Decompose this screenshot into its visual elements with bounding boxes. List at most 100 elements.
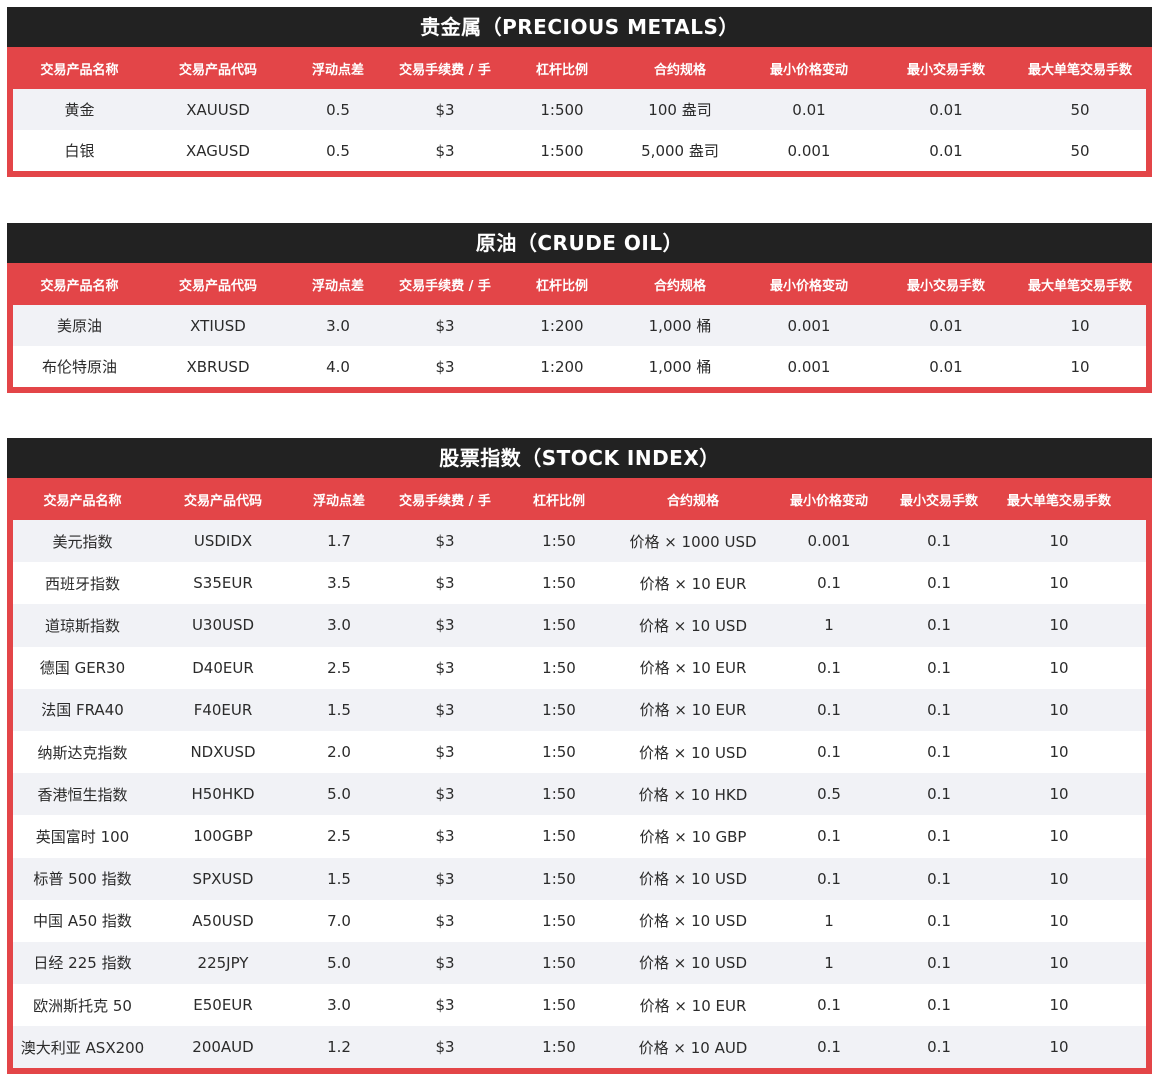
cell-contract-size: 价格 × 10 EUR: [639, 996, 747, 1015]
header-row: 交易产品名称 交易产品代码 浮动点差 交易手续费 / 手 杠杆比例 合约规格 最…: [13, 263, 1146, 305]
header-floating-spread: 浮动点差: [311, 278, 364, 294]
table-frame: 交易产品名称 交易产品代码 浮动点差 交易手续费 / 手 杠杆比例 合约规格 最…: [7, 478, 1152, 1074]
cell-product-code: XTIUSD: [190, 316, 246, 335]
cell-commission: $3: [435, 996, 455, 1015]
cell-product-code: U30USD: [191, 616, 255, 635]
cell-product-code: XBRUSD: [186, 357, 250, 376]
table-row: 香港恒生指数 H50HKD 5.0 $3 1:50 价格 × 10 HKD 0.5 0.1 10: [13, 773, 1146, 816]
cell-product-code: XAGUSD: [186, 141, 250, 160]
header-product-name: 交易产品名称: [40, 62, 119, 78]
cell-leverage: 1:50: [542, 953, 576, 972]
table-body: 黄金 XAUUSD 0.5 $3 1:500 100 盎司 0.01 0.01 50 白银 XAGU…: [13, 89, 1146, 171]
cell-min-lots: 0.1: [927, 785, 951, 804]
cell-max-lots: 10: [1049, 827, 1069, 846]
header-max-lots: 最大单笔交易手数: [1027, 62, 1132, 78]
cell-min-lots: 0.1: [927, 574, 951, 593]
cell-min-lots: 0.1: [927, 1038, 951, 1057]
table-row: 布伦特原油 XBRUSD 4.0 $3 1:200 1,000 桶 0.001 0.01 10: [13, 346, 1146, 387]
header-commission: 交易手续费 / 手: [399, 493, 491, 509]
cell-leverage: 1:50: [542, 574, 576, 593]
cell-product-name: 纳斯达克指数: [37, 743, 128, 762]
cell-min-lots: 0.1: [927, 532, 951, 551]
cell-min-price-change: 0.1: [817, 1038, 841, 1057]
cell-min-lots: 0.1: [927, 616, 951, 635]
cell-leverage: 1:50: [542, 616, 576, 635]
cell-max-lots: 10: [1070, 316, 1090, 335]
header-commission: 交易手续费 / 手: [399, 278, 491, 294]
table-row: 澳大利亚 ASX200 200AUD 1.2 $3 1:50 价格 × 10 AUD 0.1…: [13, 1026, 1146, 1069]
header-leverage: 杠杆比例: [532, 493, 585, 509]
cell-max-lots: 10: [1049, 616, 1069, 635]
table-row: 黄金 XAUUSD 0.5 $3 1:500 100 盎司 0.01 0.01 50: [13, 89, 1146, 130]
header-commission: 交易手续费 / 手: [399, 62, 491, 78]
cell-product-code: 225JPY: [197, 953, 249, 972]
cell-leverage: 1:50: [542, 700, 576, 719]
cell-max-lots: 50: [1070, 141, 1090, 160]
cell-leverage: 1:50: [542, 743, 576, 762]
cell-min-lots: 0.01: [929, 100, 963, 119]
header-product-code: 交易产品代码: [178, 62, 257, 78]
cell-commission: $3: [435, 911, 455, 930]
cell-leverage: 1:50: [542, 785, 576, 804]
cell-product-code: NDXUSD: [190, 743, 256, 762]
cell-commission: $3: [435, 316, 455, 335]
cell-product-name: 黄金: [64, 101, 95, 119]
header-leverage: 杠杆比例: [535, 278, 588, 294]
cell-floating-spread: 3.0: [327, 616, 351, 635]
cell-product-name: 白银: [64, 142, 95, 160]
cell-min-price-change: 0.001: [807, 532, 851, 551]
header-floating-spread: 浮动点差: [311, 62, 364, 78]
cell-floating-spread: 5.0: [327, 785, 351, 804]
cell-min-lots: 0.1: [927, 869, 951, 888]
cell-min-price-change: 0.1: [817, 574, 841, 593]
cell-commission: $3: [435, 827, 455, 846]
cell-floating-spread: 3.0: [326, 316, 350, 335]
cell-product-name: 美原油: [56, 317, 102, 335]
cell-commission: $3: [435, 869, 455, 888]
cell-leverage: 1:50: [542, 827, 576, 846]
cell-floating-spread: 7.0: [327, 911, 351, 930]
cell-commission: $3: [435, 616, 455, 635]
cell-min-lots: 0.01: [929, 357, 963, 376]
cell-min-price-change: 0.001: [787, 357, 831, 376]
header-min-lots: 最小交易手数: [906, 62, 985, 78]
cell-contract-size: 价格 × 10 EUR: [639, 574, 747, 593]
cell-leverage: 1:200: [540, 316, 584, 335]
cell-min-lots: 0.01: [929, 316, 963, 335]
cell-contract-size: 1,000 桶: [648, 317, 712, 335]
table-body: 美元指数 USDIDX 1.7 $3 1:50 价格 × 1000 USD 0.001 0.1…: [13, 520, 1146, 1069]
cell-floating-spread: 5.0: [327, 953, 351, 972]
cell-product-name: 欧洲斯托克 50: [33, 996, 132, 1015]
cell-max-lots: 10: [1049, 996, 1069, 1015]
cell-max-lots: 10: [1049, 785, 1069, 804]
header-min-lots: 最小交易手数: [906, 278, 985, 294]
cell-product-name: 标普 500 指数: [33, 870, 132, 889]
cell-product-name: 德国 GER30: [39, 659, 126, 678]
table-row: 德国 GER30 D40EUR 2.5 $3 1:50 价格 × 10 EUR 0.1 0.1…: [13, 646, 1146, 689]
cell-leverage: 1:50: [542, 1038, 576, 1057]
precious-metals-title: 贵金属（PRECIOUS METALS）: [7, 7, 1152, 47]
header-row: 交易产品名称 交易产品代码 浮动点差 交易手续费 / 手 杠杆比例 合约规格 最…: [13, 478, 1146, 520]
cell-leverage: 1:50: [542, 911, 576, 930]
cell-min-price-change: 0.1: [817, 658, 841, 677]
cell-min-price-change: 0.1: [817, 700, 841, 719]
header-contract-size: 合约规格: [666, 493, 719, 509]
cell-max-lots: 10: [1049, 911, 1069, 930]
cell-min-price-change: 1: [824, 953, 834, 972]
cell-product-code: A50USD: [192, 911, 254, 930]
cell-product-name: 布伦特原油: [41, 358, 117, 376]
cell-floating-spread: 1.5: [327, 700, 351, 719]
cell-min-lots: 0.1: [927, 827, 951, 846]
cell-product-name: 美元指数: [52, 532, 113, 551]
cell-commission: $3: [435, 532, 455, 551]
cell-product-code: XAUUSD: [186, 100, 250, 119]
cell-min-lots: 0.1: [927, 700, 951, 719]
header-row: 交易产品名称 交易产品代码 浮动点差 交易手续费 / 手 杠杆比例 合约规格 最…: [13, 47, 1146, 89]
header-min-lots: 最小交易手数: [899, 493, 978, 509]
cell-leverage: 1:500: [540, 141, 584, 160]
cell-contract-size: 价格 × 10 HKD: [638, 785, 748, 804]
crude-oil-title: 原油（CRUDE OIL）: [7, 223, 1152, 263]
cell-leverage: 1:50: [542, 869, 576, 888]
precious-metals-table: 贵金属（PRECIOUS METALS） 交易产品名称 交易产品代码 浮动点差 …: [7, 7, 1152, 177]
cell-floating-spread: 1.5: [327, 869, 351, 888]
